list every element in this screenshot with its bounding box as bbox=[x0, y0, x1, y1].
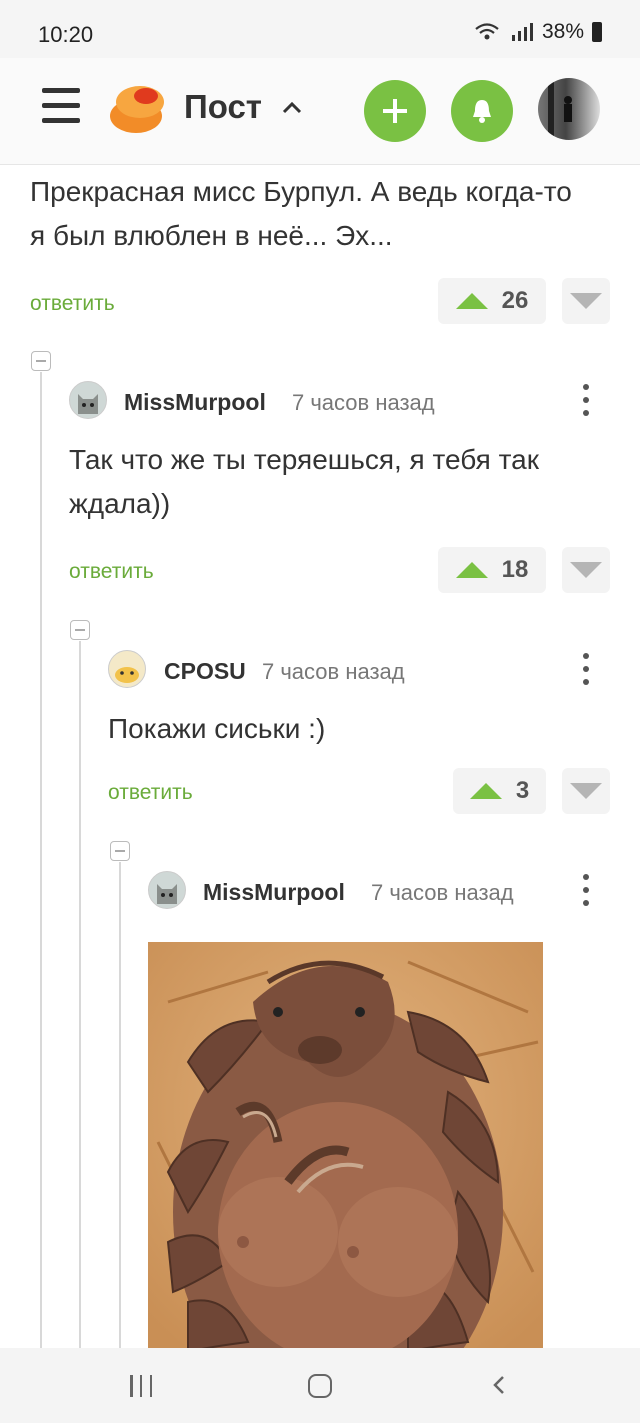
add-post-button[interactable] bbox=[364, 80, 426, 142]
avatar[interactable] bbox=[148, 871, 186, 909]
collapse-toggle[interactable] bbox=[31, 351, 51, 371]
cat-avatar-icon bbox=[78, 394, 98, 414]
collapse-toggle[interactable] bbox=[70, 620, 90, 640]
user-avatar[interactable] bbox=[538, 78, 600, 140]
thread-line[interactable] bbox=[40, 372, 42, 1348]
status-time: 10:20 bbox=[38, 22, 94, 47]
vote-count: 18 bbox=[501, 556, 529, 583]
upvote-icon bbox=[469, 783, 502, 799]
cat-avatar-icon bbox=[157, 884, 177, 904]
downvote-button[interactable] bbox=[562, 768, 610, 814]
comment-text: Так что же ты теряешься, я тебя так ждал… bbox=[69, 444, 539, 519]
plus-icon bbox=[383, 99, 407, 123]
more-options-icon[interactable] bbox=[582, 384, 590, 416]
reply-link[interactable]: ответить bbox=[69, 560, 154, 584]
back-icon[interactable] bbox=[490, 1376, 508, 1394]
avatar[interactable] bbox=[108, 650, 146, 688]
downvote-icon bbox=[570, 783, 602, 799]
collapse-toggle[interactable] bbox=[110, 841, 130, 861]
cat-avatar-icon bbox=[115, 667, 139, 683]
vote-count: 3 bbox=[515, 777, 530, 804]
reply-link[interactable]: ответить bbox=[108, 781, 193, 805]
comment-author[interactable]: MissMurpool bbox=[203, 879, 345, 906]
notifications-button[interactable] bbox=[451, 80, 513, 142]
thread-line[interactable] bbox=[119, 862, 121, 1348]
comment-text: Покажи сиськи :) bbox=[108, 713, 326, 744]
upvote-button[interactable]: 18 bbox=[438, 547, 546, 593]
page-title[interactable]: Пост bbox=[184, 88, 262, 126]
downvote-icon bbox=[570, 562, 602, 578]
avatar-figure bbox=[548, 78, 572, 140]
pangolin-photo bbox=[148, 942, 543, 1362]
downvote-button[interactable] bbox=[562, 547, 610, 593]
avatar[interactable] bbox=[69, 381, 107, 419]
downvote-icon bbox=[570, 293, 602, 309]
chevron-up-icon[interactable] bbox=[280, 86, 304, 126]
status-icons: 38% bbox=[474, 20, 602, 44]
comment-author[interactable]: CPOSU bbox=[164, 658, 246, 685]
logo-icon[interactable] bbox=[108, 80, 168, 136]
recent-apps-icon[interactable] bbox=[130, 1375, 152, 1397]
comment-time[interactable]: 7 часов назад bbox=[262, 659, 405, 685]
comment-time[interactable]: 7 часов назад bbox=[371, 880, 514, 906]
wifi-icon bbox=[475, 23, 499, 40]
comment-image[interactable] bbox=[148, 942, 543, 1362]
upvote-button[interactable]: 26 bbox=[438, 278, 546, 324]
status-bar: 10:20 38% bbox=[0, 0, 640, 58]
app-header: Пост bbox=[0, 58, 640, 165]
thread-line[interactable] bbox=[79, 641, 81, 1348]
system-nav-bar bbox=[0, 1348, 640, 1423]
comment-time[interactable]: 7 часов назад bbox=[292, 390, 435, 416]
comment-text: Прекрасная мисс Бурпул. А ведь когда-то … bbox=[30, 176, 572, 251]
upvote-icon bbox=[455, 293, 488, 309]
more-options-icon[interactable] bbox=[582, 874, 590, 906]
upvote-icon bbox=[455, 562, 488, 578]
vote-count: 26 bbox=[501, 287, 529, 314]
menu-icon[interactable] bbox=[42, 88, 80, 124]
reply-link[interactable]: ответить bbox=[30, 292, 115, 316]
battery-percent: 38% bbox=[541, 20, 584, 43]
upvote-button[interactable]: 3 bbox=[453, 768, 546, 814]
battery-icon bbox=[592, 22, 602, 42]
bell-icon bbox=[473, 100, 491, 123]
home-icon[interactable] bbox=[308, 1374, 332, 1398]
downvote-button[interactable] bbox=[562, 278, 610, 324]
signal-icon bbox=[511, 23, 533, 41]
comment-author[interactable]: MissMurpool bbox=[124, 389, 266, 416]
more-options-icon[interactable] bbox=[582, 653, 590, 685]
